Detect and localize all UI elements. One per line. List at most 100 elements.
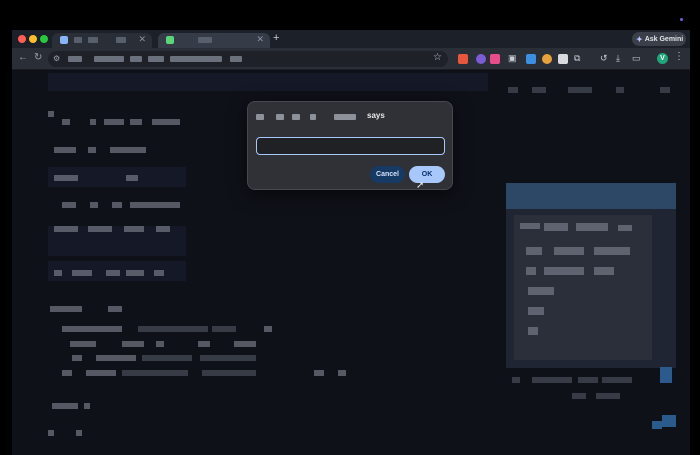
back-button[interactable]: ←	[18, 52, 28, 63]
redacted-text	[62, 202, 76, 208]
redacted-text	[618, 225, 632, 231]
redacted-text	[234, 341, 256, 347]
redacted-text	[576, 223, 608, 231]
sidebar-panel	[506, 183, 676, 368]
redacted-text	[156, 226, 170, 232]
prompt-dialog: says Cancel OK	[247, 101, 453, 190]
dialog-says-label: says	[367, 111, 385, 120]
redacted-text	[54, 226, 78, 232]
extension-blue-icon[interactable]	[526, 54, 536, 64]
ask-gemini-button[interactable]: ✦ Ask Gemini	[632, 32, 686, 46]
redacted-text	[594, 247, 630, 255]
extension-orange-icon[interactable]	[542, 54, 552, 64]
redacted-text	[122, 370, 188, 376]
dialog-origin-redacted	[310, 114, 316, 120]
ask-gemini-label: Ask Gemini	[644, 35, 684, 43]
chat-launcher-icon[interactable]	[662, 415, 676, 427]
redacted-text	[544, 223, 568, 231]
tab-strip: ✕ ✕ + ✦ Ask Gemini	[12, 30, 690, 48]
history-icon[interactable]: ↺	[600, 53, 608, 64]
redacted-text	[76, 430, 82, 436]
dialog-origin-redacted	[276, 114, 284, 120]
side-panel-icon[interactable]: ▭	[632, 53, 641, 64]
redacted-text	[130, 119, 142, 125]
redacted-text	[528, 307, 544, 315]
chat-launcher-icon-part	[652, 421, 662, 429]
dialog-origin-redacted	[256, 114, 264, 120]
redacted-text	[572, 393, 586, 399]
redacted-text	[122, 341, 144, 347]
redacted-text	[88, 147, 96, 153]
bookmark-star-icon[interactable]: ☆	[433, 52, 442, 63]
redacted-text	[152, 119, 180, 125]
redacted-text	[84, 403, 90, 409]
url-redacted	[130, 56, 142, 62]
extension-shield-icon[interactable]	[458, 54, 468, 64]
cancel-button[interactable]: Cancel	[370, 166, 405, 183]
dialog-origin-redacted	[292, 114, 300, 120]
redacted-text	[72, 270, 92, 276]
address-bar[interactable]: ⚙ ☆	[48, 51, 448, 67]
profile-avatar[interactable]: V	[657, 53, 668, 64]
redacted-text	[124, 226, 144, 232]
redacted-text	[54, 175, 78, 181]
sidebar-panel-header	[506, 183, 676, 209]
redacted-text	[568, 87, 592, 93]
browser-toolbar: ← ↻ ⚙ ☆ ▣ ⧉ ↺ ⤓ ▭ V ⋮	[12, 48, 690, 70]
redacted-text	[314, 370, 324, 376]
redacted-text	[90, 119, 96, 125]
site-info-icon: ⚙	[53, 54, 61, 63]
download-icon[interactable]: ⤓	[616, 53, 620, 64]
reload-button[interactable]: ↻	[34, 52, 42, 63]
redacted-text	[198, 341, 210, 347]
extension-pink-icon[interactable]	[490, 54, 500, 64]
screen-dot	[680, 18, 683, 21]
ok-button[interactable]: OK	[409, 166, 445, 183]
sidebar-panel-body	[514, 215, 652, 360]
redacted-text	[154, 270, 164, 276]
tab-2-active[interactable]: ✕	[158, 33, 270, 48]
gemini-spark-icon: ✦	[636, 34, 643, 44]
redacted-text	[62, 370, 72, 376]
tab-1[interactable]: ✕	[52, 33, 152, 48]
extensions-menu-icon[interactable]: ⧉	[574, 53, 580, 64]
close-window-button[interactable]	[18, 35, 26, 43]
prompt-input[interactable]	[256, 137, 445, 155]
dialog-origin-redacted	[334, 114, 356, 120]
redacted-text	[138, 326, 208, 332]
url-redacted	[94, 56, 124, 62]
redacted-text	[578, 377, 598, 383]
tab-title-redacted	[88, 37, 98, 43]
redacted-text	[526, 267, 536, 275]
redacted-text	[212, 326, 236, 332]
extension-gray-icon[interactable]	[558, 54, 568, 64]
tab-title-redacted	[74, 37, 82, 43]
redacted-text	[88, 226, 112, 232]
redacted-text	[126, 175, 138, 181]
redacted-text	[544, 267, 584, 275]
extension-purple-icon[interactable]	[476, 54, 486, 64]
redacted-text	[616, 87, 624, 93]
tab-close-icon[interactable]: ✕	[256, 34, 264, 45]
redacted-text	[528, 327, 538, 335]
minimize-window-button[interactable]	[29, 35, 37, 43]
tab-title-redacted	[116, 37, 126, 43]
extension-puzzle-icon[interactable]: ▣	[508, 53, 517, 64]
tab-title-redacted	[198, 37, 212, 43]
tab-favicon-icon	[60, 36, 68, 44]
redacted-text	[528, 287, 554, 295]
tab-close-icon[interactable]: ✕	[138, 34, 146, 45]
redacted-text	[48, 430, 54, 436]
redacted-text	[48, 111, 54, 117]
redacted-text	[200, 355, 256, 361]
redacted-text	[96, 355, 136, 361]
redacted-text	[70, 341, 96, 347]
new-tab-button[interactable]: +	[273, 32, 279, 44]
redacted-text	[512, 377, 520, 383]
redacted-text	[62, 119, 70, 125]
maximize-window-button[interactable]	[40, 35, 48, 43]
redacted-text	[520, 223, 540, 229]
redacted-text	[112, 202, 122, 208]
menu-icon[interactable]: ⋮	[674, 51, 684, 62]
redacted-text	[202, 370, 256, 376]
